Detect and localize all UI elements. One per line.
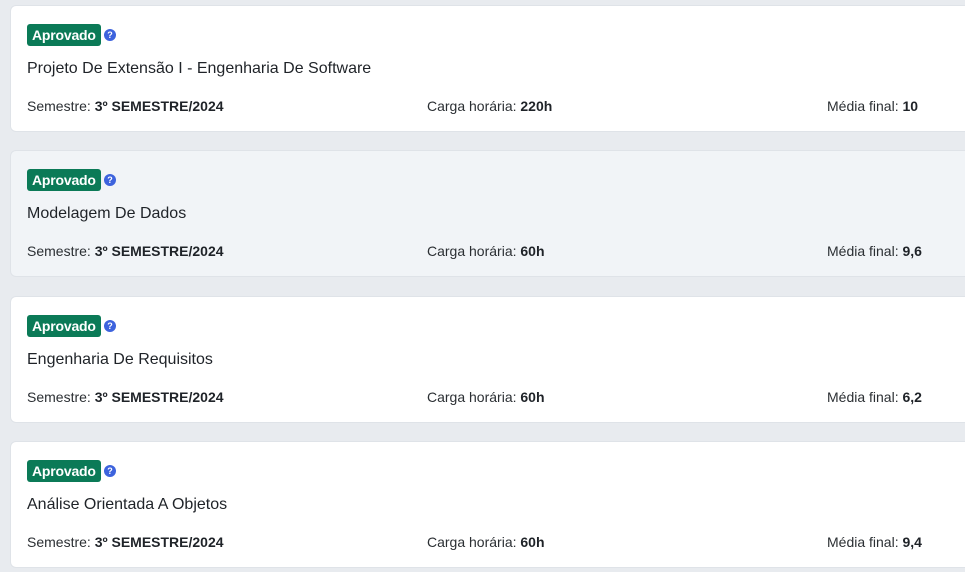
- semester-value: 3º SEMESTRE/2024: [94, 389, 224, 405]
- help-icon[interactable]: ?: [104, 320, 116, 332]
- status-badge: Aprovado: [27, 460, 101, 482]
- final-grade-info: Média final: 9,6: [827, 243, 922, 259]
- course-list: Aprovado ? Projeto De Extensão I - Engen…: [0, 0, 965, 572]
- workload-info: Carga horária: 60h: [427, 389, 545, 405]
- course-card[interactable]: Aprovado ? Modelagem De Dados Semestre: …: [10, 150, 965, 277]
- course-card[interactable]: Aprovado ? Engenharia De Requisitos Seme…: [10, 296, 965, 423]
- final-grade-info: Média final: 6,2: [827, 389, 922, 405]
- final-grade-value: 10: [902, 98, 919, 114]
- course-title: Modelagem De Dados: [27, 205, 187, 222]
- semester-info: Semestre: 3º SEMESTRE/2024: [27, 389, 224, 405]
- workload-value: 60h: [520, 243, 545, 259]
- semester-info: Semestre: 3º SEMESTRE/2024: [27, 534, 224, 550]
- final-grade-label: Média final:: [827, 389, 899, 405]
- semester-label: Semestre:: [27, 389, 91, 405]
- semester-info: Semestre: 3º SEMESTRE/2024: [27, 98, 224, 114]
- final-grade-value: 9,4: [902, 534, 922, 550]
- semester-label: Semestre:: [27, 243, 91, 259]
- workload-label: Carga horária:: [427, 534, 517, 550]
- final-grade-label: Média final:: [827, 243, 899, 259]
- semester-value: 3º SEMESTRE/2024: [94, 243, 224, 259]
- semester-value: 3º SEMESTRE/2024: [94, 534, 224, 550]
- semester-label: Semestre:: [27, 98, 91, 114]
- semester-label: Semestre:: [27, 534, 91, 550]
- semester-value: 3º SEMESTRE/2024: [94, 98, 224, 114]
- workload-label: Carga horária:: [427, 389, 517, 405]
- workload-value: 220h: [520, 98, 553, 114]
- final-grade-label: Média final:: [827, 98, 899, 114]
- workload-info: Carga horária: 220h: [427, 98, 552, 114]
- help-icon[interactable]: ?: [104, 174, 116, 186]
- final-grade-label: Média final:: [827, 534, 899, 550]
- final-grade-info: Média final: 10: [827, 98, 918, 114]
- course-card[interactable]: Aprovado ? Análise Orientada A Objetos S…: [10, 441, 965, 568]
- status-badge: Aprovado: [27, 315, 101, 337]
- status-badge: Aprovado: [27, 169, 101, 191]
- workload-label: Carga horária:: [427, 98, 517, 114]
- final-grade-info: Média final: 9,4: [827, 534, 922, 550]
- semester-info: Semestre: 3º SEMESTRE/2024: [27, 243, 224, 259]
- final-grade-value: 6,2: [902, 389, 922, 405]
- course-title: Engenharia De Requisitos: [27, 351, 213, 368]
- workload-info: Carga horária: 60h: [427, 534, 545, 550]
- status-badge: Aprovado: [27, 24, 101, 46]
- course-title: Análise Orientada A Objetos: [27, 496, 228, 513]
- final-grade-value: 9,6: [902, 243, 922, 259]
- help-icon[interactable]: ?: [104, 465, 116, 477]
- workload-value: 60h: [520, 534, 545, 550]
- help-icon[interactable]: ?: [104, 29, 116, 41]
- course-title: Projeto De Extensão I - Engenharia De So…: [27, 60, 372, 77]
- workload-label: Carga horária:: [427, 243, 517, 259]
- workload-info: Carga horária: 60h: [427, 243, 545, 259]
- course-card[interactable]: Aprovado ? Projeto De Extensão I - Engen…: [10, 5, 965, 132]
- workload-value: 60h: [520, 389, 545, 405]
